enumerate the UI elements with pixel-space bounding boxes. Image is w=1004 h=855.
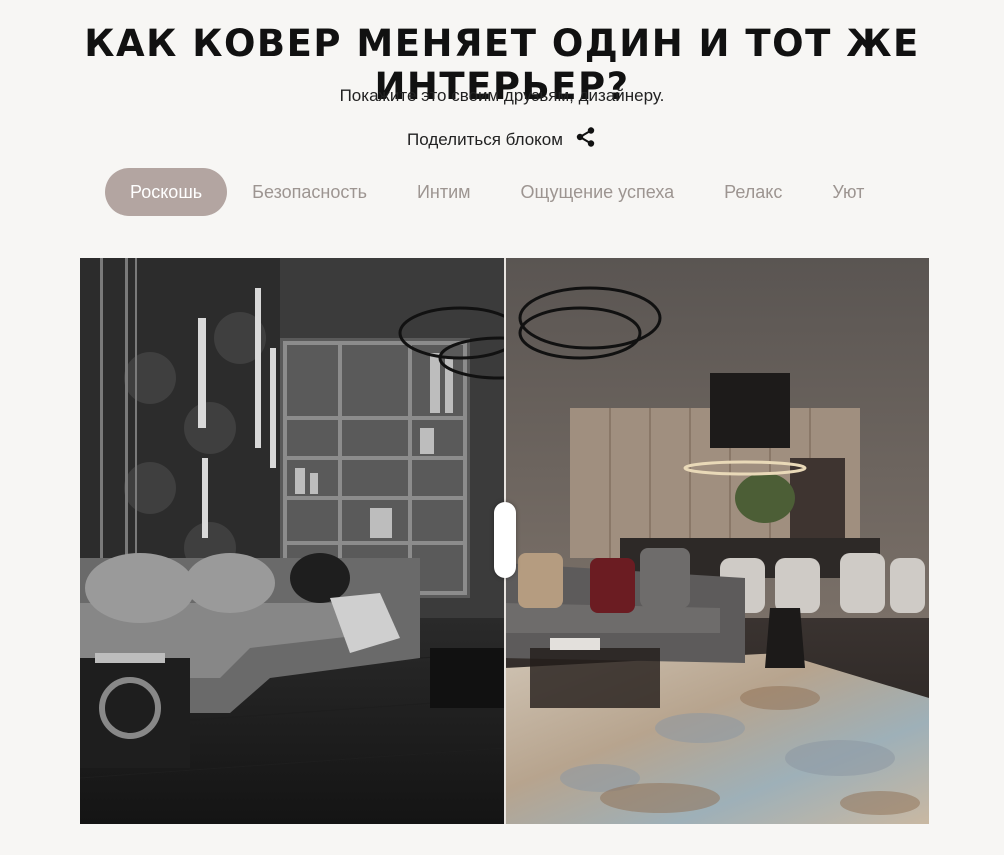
before-half [80,258,562,824]
share-icon[interactable] [575,126,597,153]
share-block-button[interactable]: Поделиться блоком [0,126,1004,153]
tab-luxury[interactable]: Роскошь [105,168,228,216]
after-half [505,258,929,824]
tab-relax[interactable]: Релакс [699,168,807,216]
tab-intimacy[interactable]: Интим [392,168,496,216]
share-label: Поделиться блоком [407,129,563,149]
tab-success[interactable]: Ощущение успеха [496,168,700,216]
before-after-comparison[interactable] [80,258,929,824]
tab-cozy[interactable]: Уют [807,168,889,216]
page-subtitle: Покажите это своим друзьям, дизайнеру. [339,86,665,105]
comparison-slider-handle[interactable] [494,502,516,578]
mood-tabs: Роскошь Безопасность Интим Ощущение успе… [105,168,889,216]
tab-safety[interactable]: Безопасность [227,168,392,216]
